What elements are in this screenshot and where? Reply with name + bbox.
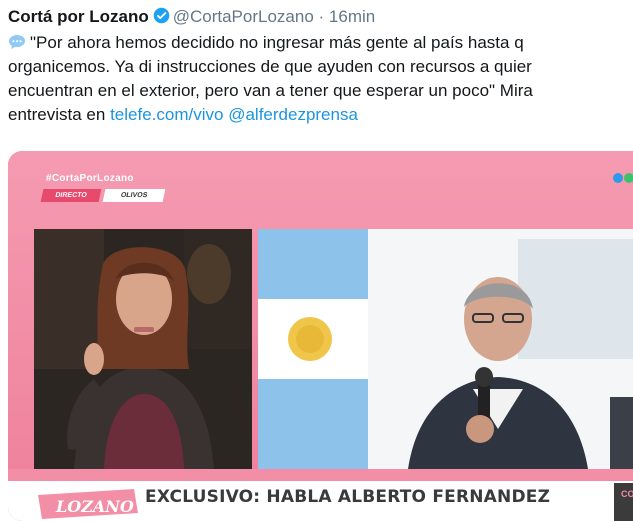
host-scene-image <box>34 229 252 469</box>
tweet-text-line-4: entrevista en telefe.com/vivo @alferdezp… <box>8 103 633 127</box>
separator-dot: · <box>318 7 325 26</box>
lower-third-accent <box>8 469 633 481</box>
show-logo-icon: LOZANO <box>38 489 138 519</box>
tweet[interactable]: Cortá por Lozano @CortaPorLozano · 16min … <box>0 0 633 521</box>
lower-third-headline: EXCLUSIVO: HABLA ALBERTO FERNANDEZ <box>145 487 551 507</box>
tweet-text-line-1: "Por ahora hemos decidido no ingresar má… <box>8 31 633 55</box>
tweet-timestamp[interactable]: 16min <box>329 7 375 26</box>
tweet-header: Cortá por Lozano @CortaPorLozano · 16min <box>8 6 375 28</box>
guest-video-panel <box>258 229 633 469</box>
tweet-text-prefix: entrevista en <box>8 105 106 124</box>
video-player[interactable]: #CortaPorLozano DIRECTO OLIVOS LOZANO EX… <box>8 151 633 521</box>
channel-logo-icon <box>613 173 633 183</box>
host-video-panel <box>34 229 252 469</box>
tweet-text: "Por ahora hemos decidido no ingresar má… <box>8 31 633 127</box>
location-tag: OLIVOS <box>102 189 166 202</box>
mention-alferdezprensa[interactable]: @alferdezprensa <box>228 105 358 124</box>
tweet-text-line-3: encuentran en el exterior, pero van a te… <box>8 81 533 100</box>
corner-tag: COR <box>614 483 633 521</box>
svg-text:LOZANO: LOZANO <box>55 497 134 516</box>
author-name[interactable]: Cortá por Lozano <box>8 7 149 26</box>
tweet-text-line-2: organicemos. Ya di instrucciones de que … <box>8 57 532 76</box>
verified-badge-icon <box>153 7 170 24</box>
video-hashtag: #CortaPorLozano <box>46 173 134 184</box>
live-tag: DIRECTO <box>40 189 102 202</box>
speech-bubble-icon <box>8 33 26 49</box>
author-handle[interactable]: @CortaPorLozano <box>173 7 314 26</box>
lower-third-bar: LOZANO EXCLUSIVO: HABLA ALBERTO FERNANDE… <box>8 469 633 521</box>
link-telefe-vivo[interactable]: telefe.com/vivo <box>110 105 223 124</box>
guest-scene-image <box>258 229 633 469</box>
